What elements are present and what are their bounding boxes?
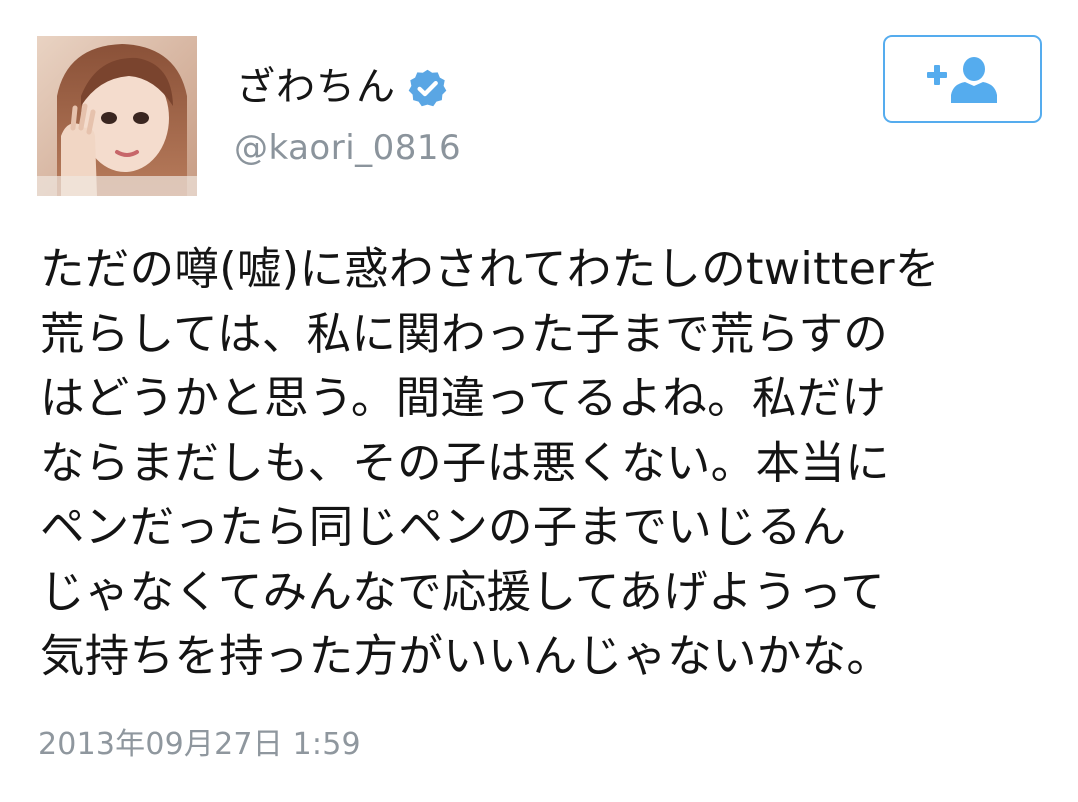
- add-user-icon: [926, 57, 997, 103]
- follow-button[interactable]: [883, 35, 1042, 123]
- verified-badge-icon: [406, 67, 449, 110]
- tweet-line: ならまだしも、その子は悪くない。本当に: [40, 437, 890, 489]
- tweet-line: ただの噂(嘘)に惑わされてわたしのtwitterを: [40, 244, 940, 295]
- user-name-row: ざわちん: [236, 60, 449, 116]
- user-handle[interactable]: @kaori_0816: [234, 124, 461, 172]
- tweet-line: 気持ちを持った方がいいんじゃないかな。: [40, 631, 892, 682]
- avatar[interactable]: [37, 36, 197, 196]
- tweet-line: はどうかと思う。間違ってるよね。私だけ: [40, 373, 887, 424]
- tweet-line: じゃなくてみんなで応援してあげようって: [40, 566, 885, 618]
- display-name[interactable]: ざわちん: [236, 60, 396, 116]
- tweet-text: ただの噂(嘘)に惑わされてわたしのtwitterを 荒らしては、私に関わった子ま…: [40, 238, 1060, 690]
- profile-photo: [37, 36, 197, 196]
- tweet-line: 荒らしては、私に関わった子まで荒らすの: [40, 308, 889, 360]
- tweet-line: ペンだったら同じペンの子までいじるん: [40, 502, 847, 553]
- tweet-timestamp[interactable]: 2013年09月27日 1:59: [38, 723, 361, 767]
